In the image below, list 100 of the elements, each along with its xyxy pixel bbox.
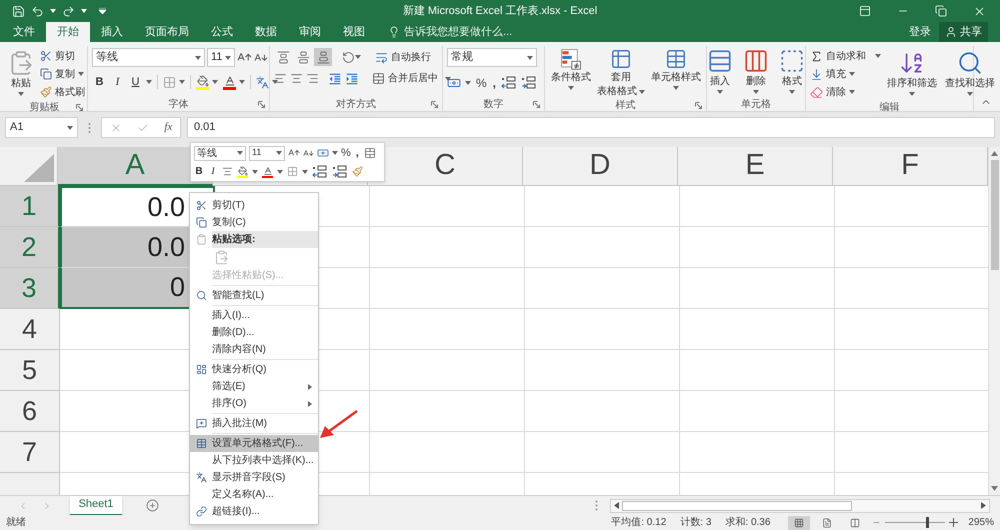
ribbon-tab[interactable]: 文件 xyxy=(2,22,46,42)
row-header[interactable]: 4 xyxy=(0,309,60,350)
merge-icon[interactable] xyxy=(364,147,376,159)
menu-item[interactable]: 超链接(I)... xyxy=(190,503,318,520)
share-button[interactable]: 共享 xyxy=(939,22,988,42)
formula-input[interactable]: 0.01 xyxy=(187,117,995,138)
cells-button[interactable]: 删除 xyxy=(741,46,771,97)
ribbon-options-icon[interactable] xyxy=(859,5,871,17)
menu-item[interactable]: 排序(O) xyxy=(190,395,318,412)
font-name-field[interactable]: 等线 xyxy=(92,48,205,67)
decrease-decimal-icon[interactable] xyxy=(521,76,538,90)
drag-handle-icon[interactable] xyxy=(88,122,91,134)
copy-button[interactable]: 复制 xyxy=(40,66,85,82)
font-color-icon[interactable] xyxy=(223,74,236,90)
cells-button[interactable]: 格式 xyxy=(777,46,807,97)
ribbon-tab[interactable]: 视图 xyxy=(332,22,376,42)
percent-button[interactable]: % xyxy=(475,74,488,92)
decrease-decimal-icon[interactable] xyxy=(332,164,348,179)
bold-button[interactable]: B xyxy=(92,74,107,90)
zoom-in-icon[interactable] xyxy=(949,518,958,527)
column-header[interactable]: E xyxy=(678,147,833,186)
align-right-icon[interactable] xyxy=(306,72,319,85)
scroll-thumb[interactable] xyxy=(622,500,852,510)
underline-button[interactable]: U xyxy=(128,74,143,90)
cut-button[interactable]: 剪切 xyxy=(40,48,85,64)
tell-me-field[interactable]: 告诉我您想要做什么... xyxy=(404,24,554,40)
ribbon-tab[interactable]: 页面布局 xyxy=(134,22,200,42)
vertical-align-button[interactable] xyxy=(314,48,332,66)
horizontal-scrollbar[interactable] xyxy=(610,498,990,512)
sign-in-link[interactable]: 登录 xyxy=(901,22,939,42)
column-header[interactable]: C xyxy=(368,147,523,186)
restore-icon[interactable] xyxy=(935,5,947,17)
ribbon-tab[interactable]: 插入 xyxy=(90,22,134,42)
menu-item[interactable]: 插入批注(M) xyxy=(190,415,318,432)
borders-icon[interactable] xyxy=(287,166,298,178)
save-icon[interactable] xyxy=(12,4,25,18)
increase-decimal-icon[interactable] xyxy=(312,164,328,179)
menu-item[interactable]: 清除内容(N) xyxy=(190,341,318,358)
pinyin-icon[interactable] xyxy=(256,76,269,88)
view-button[interactable] xyxy=(788,516,810,530)
dialog-launcher-icon[interactable] xyxy=(76,104,83,110)
currency-icon[interactable] xyxy=(447,76,461,90)
find-select-button[interactable]: 查找和选择 xyxy=(943,48,997,100)
clear-button[interactable]: 清除 xyxy=(810,84,881,100)
fill-color-icon[interactable] xyxy=(196,74,209,90)
redo-icon[interactable] xyxy=(62,4,75,18)
font-color-icon[interactable] xyxy=(262,166,273,178)
ribbon-tab[interactable]: 数据 xyxy=(244,22,288,42)
customize-toolbar-icon[interactable] xyxy=(99,8,106,14)
menu-item[interactable]: 删除(D)... xyxy=(190,324,318,341)
cells-button[interactable]: 插入 xyxy=(705,46,735,97)
column-header[interactable]: D xyxy=(523,147,678,186)
vertical-scrollbar[interactable] xyxy=(988,147,1000,495)
fill-color-icon[interactable] xyxy=(237,166,248,178)
bold-button[interactable]: B xyxy=(194,164,204,180)
row-header[interactable]: 1 xyxy=(0,186,60,227)
zoom-level[interactable]: 295% xyxy=(968,515,994,530)
dialog-launcher-icon[interactable] xyxy=(431,100,438,108)
merge-center-button[interactable]: 合并后居中 xyxy=(372,71,451,86)
currency-icon[interactable] xyxy=(317,147,329,159)
styles-button[interactable]: 套用 表格格式 xyxy=(595,46,647,98)
sort-filter-button[interactable]: 排序和筛选 xyxy=(885,48,939,100)
row-header[interactable]: 7 xyxy=(0,432,60,473)
autosum-button[interactable]: 自动求和 xyxy=(810,48,881,64)
ribbon-tab[interactable]: 公式 xyxy=(200,22,244,42)
scroll-left-icon[interactable] xyxy=(614,502,619,509)
undo-icon[interactable] xyxy=(31,4,44,18)
number-format-field[interactable]: 常规 xyxy=(447,48,537,67)
orientation-icon[interactable] xyxy=(342,50,355,64)
font-name-field[interactable]: 等线 xyxy=(194,146,246,160)
row-header[interactable]: 2 xyxy=(0,227,60,268)
zoom-slider[interactable] xyxy=(885,517,946,528)
column-header[interactable]: F xyxy=(833,147,988,186)
dialog-launcher-icon[interactable] xyxy=(695,102,702,108)
shrink-font-icon[interactable] xyxy=(303,148,314,158)
fill-button[interactable]: 填充 xyxy=(810,66,881,82)
styles-button[interactable]: 单元格样式 xyxy=(649,46,703,98)
format-painter-button[interactable]: 格式刷 xyxy=(40,84,85,100)
dialog-launcher-icon[interactable] xyxy=(533,100,540,108)
row-header[interactable]: 6 xyxy=(0,391,60,432)
styles-button[interactable]: 条件格式 xyxy=(549,46,593,98)
italic-button[interactable]: I xyxy=(110,74,125,90)
menu-item[interactable]: 设置单元格格式(F)... xyxy=(190,435,318,452)
scroll-down-icon[interactable] xyxy=(991,486,998,491)
menu-item[interactable]: 从下拉列表中选择(K)... xyxy=(190,452,318,469)
ribbon-tab[interactable]: 开始 xyxy=(46,22,90,42)
font-size-field[interactable]: 11 xyxy=(207,48,235,67)
indent-increase-icon[interactable] xyxy=(345,72,359,86)
increase-decimal-icon[interactable] xyxy=(501,76,518,90)
paste-button[interactable]: 粘贴 xyxy=(6,48,36,100)
font-size-field[interactable]: 11 xyxy=(249,146,285,160)
borders-icon[interactable] xyxy=(163,76,176,88)
ribbon-tab[interactable]: 审阅 xyxy=(288,22,332,42)
name-box[interactable]: A1 xyxy=(5,117,78,138)
insert-function-button[interactable]: fx xyxy=(164,119,172,136)
align-left-icon[interactable] xyxy=(274,72,287,85)
percent-button[interactable]: % xyxy=(341,144,351,162)
menu-item[interactable]: 显示拼音字段(S) xyxy=(190,469,318,486)
align-center-icon[interactable] xyxy=(290,72,303,85)
comma-button[interactable]: , xyxy=(492,74,498,92)
